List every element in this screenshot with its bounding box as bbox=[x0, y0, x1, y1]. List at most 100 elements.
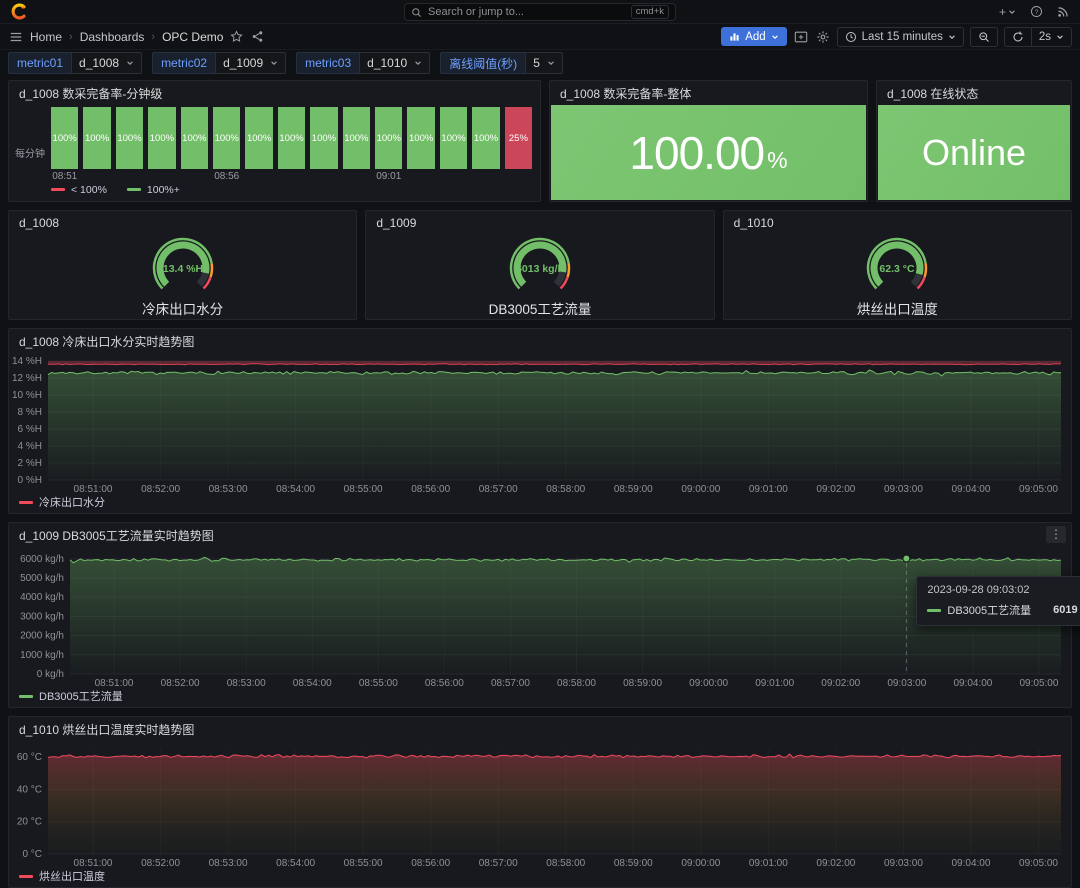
panel-title[interactable]: d_1009 bbox=[366, 211, 713, 235]
axis-tick-label: 08:59:00 bbox=[614, 858, 653, 869]
axis-tick-label: 08:54:00 bbox=[276, 484, 315, 495]
breadcrumb-dashboards[interactable]: Dashboards bbox=[80, 30, 145, 44]
time-series-chart[interactable]: 0 %H 2 %H 4 %H 6 %H 8 %H 10 %H 12 %H 14 %H 08:51… bbox=[9, 353, 1071, 495]
stat-value: Online bbox=[921, 131, 1027, 173]
zoom-out-button[interactable] bbox=[969, 26, 998, 47]
panel-view-button[interactable] bbox=[793, 29, 809, 45]
panel-title[interactable]: d_1008 bbox=[9, 211, 356, 235]
panel-title[interactable]: d_1010 bbox=[724, 211, 1071, 235]
bar-column[interactable]: 100% bbox=[115, 107, 144, 182]
breadcrumb-current[interactable]: OPC Demo bbox=[162, 30, 223, 44]
bar-column[interactable]: 100% bbox=[310, 107, 338, 182]
gauge-field-label: 冷床出口水分 bbox=[142, 302, 224, 317]
axis-tick-label: 09:05:00 bbox=[1020, 678, 1059, 689]
bar-column[interactable]: 100% 08:56 bbox=[213, 107, 241, 182]
bar-column[interactable]: 100% bbox=[439, 107, 468, 182]
panel-title[interactable]: d_1010 烘丝出口温度实时趋势图 bbox=[9, 717, 1071, 741]
bar-column[interactable]: 100% bbox=[472, 107, 500, 182]
variable-value-dropdown[interactable]: d_1008 bbox=[72, 52, 143, 74]
share-button[interactable] bbox=[250, 29, 265, 44]
axis-tick-label: 1000 kg/h bbox=[20, 650, 64, 661]
gauge-chart: 13.4 %H bbox=[152, 237, 213, 289]
bar-column[interactable]: 25% bbox=[504, 107, 533, 182]
variable-metric02: metric02 d_1009 bbox=[152, 52, 287, 74]
panel-online-status: d_1008 在线状态 Online bbox=[876, 80, 1072, 202]
dashboard-settings-button[interactable] bbox=[815, 29, 831, 45]
bar: 100% bbox=[115, 107, 144, 169]
axis-tick-label: 0 %H bbox=[18, 475, 42, 486]
time-range-picker[interactable]: Last 15 minutes bbox=[836, 26, 964, 47]
panel-title[interactable]: d_1009 DB3005工艺流量实时趋势图 ⋮ bbox=[9, 523, 1071, 547]
bar-column[interactable]: 100% 09:01 bbox=[375, 107, 403, 182]
variable-value-dropdown[interactable]: d_1010 bbox=[360, 52, 431, 74]
axis-tick-label: 09:04:00 bbox=[951, 484, 990, 495]
x-tick-label bbox=[505, 169, 532, 182]
panel-title[interactable]: d_1008 数采完备率-分钟级 bbox=[9, 81, 540, 105]
time-series-chart[interactable]: 0 °C 20 °C 40 °C 60 °C 08:51:00 08:52:00 08:53… bbox=[9, 741, 1071, 869]
variable-value-dropdown[interactable]: d_1009 bbox=[216, 52, 287, 74]
variable-label: metric01 bbox=[8, 52, 73, 74]
x-tick-label bbox=[148, 169, 175, 182]
axis-tick-label: 09:00:00 bbox=[689, 678, 728, 689]
bar: 100% bbox=[375, 107, 403, 169]
bar: 100% bbox=[439, 107, 468, 169]
legend-label[interactable]: DB3005工艺流量 bbox=[39, 688, 123, 704]
axis-tick-label: 08:57:00 bbox=[479, 858, 518, 869]
panel-title[interactable]: d_1008 在线状态 bbox=[877, 81, 1071, 105]
axis-tick-label: 14 %H bbox=[12, 356, 42, 367]
axis-tick-label: 08:55:00 bbox=[344, 484, 383, 495]
bar-column[interactable]: 100% bbox=[245, 107, 273, 182]
legend-label[interactable]: 100%+ bbox=[147, 184, 180, 196]
gauge-chart-container: 6013 kg/h bbox=[366, 235, 713, 298]
panel-gauge-moisture: d_1008 13.4 %H 冷床出口水分 bbox=[8, 210, 358, 320]
bar-column[interactable]: 100% bbox=[180, 107, 209, 182]
bar-chart[interactable]: 每分钟 100% 08:51 100% 100% 100% 100% 100% 08:56 10… bbox=[9, 105, 540, 201]
bar-column[interactable]: 100% bbox=[342, 107, 371, 182]
legend-label[interactable]: < 100% bbox=[71, 184, 107, 196]
panel-icon bbox=[794, 31, 807, 42]
bar-column[interactable]: 100% bbox=[277, 107, 306, 182]
grafana-logo[interactable] bbox=[10, 3, 27, 20]
help-button[interactable]: ? bbox=[1029, 4, 1044, 19]
bar: 100% bbox=[180, 107, 209, 169]
legend-label[interactable]: 烘丝出口温度 bbox=[39, 868, 105, 884]
axis-tick-label: 08:54:00 bbox=[293, 678, 332, 689]
star-icon bbox=[230, 30, 244, 42]
axis-tick-label: 09:00:00 bbox=[681, 858, 720, 869]
time-series-chart[interactable]: 0 kg/h 1000 kg/h 2000 kg/h 3000 kg/h 4000 kg… bbox=[9, 547, 1071, 689]
gauge-chart-container: 13.4 %H bbox=[9, 235, 356, 298]
breadcrumb-home[interactable]: Home bbox=[30, 30, 62, 44]
tooltip-series-name: DB3005工艺流量 bbox=[947, 605, 1032, 618]
chart-tooltip: 2023-09-28 09:03:02 DB3005工艺流量 6019 kg/h bbox=[916, 576, 1080, 627]
panel-title-text: d_1008 冷床出口水分实时趋势图 bbox=[19, 334, 195, 349]
legend-label[interactable]: 冷床出口水分 bbox=[39, 494, 105, 510]
x-tick-label bbox=[472, 169, 499, 182]
variable-value-dropdown[interactable]: 5 bbox=[526, 52, 563, 74]
panel-title[interactable]: d_1008 数采完备率-整体 bbox=[550, 81, 867, 105]
new-menu-button[interactable]: + bbox=[998, 4, 1017, 20]
refresh-interval-dropdown[interactable]: 2s bbox=[1030, 26, 1072, 47]
bar-column[interactable]: 100% bbox=[407, 107, 435, 182]
variable-value: d_1009 bbox=[223, 56, 264, 70]
variable-label: metric03 bbox=[296, 52, 361, 74]
add-panel-button[interactable]: Add bbox=[721, 27, 787, 46]
panel-ts-temperature: d_1010 烘丝出口温度实时趋势图 0 °C 20 °C 40 °C 60 °C 08… bbox=[8, 716, 1072, 888]
gauge-value-text: 6013 kg/h bbox=[516, 263, 564, 275]
bar: 100% bbox=[472, 107, 500, 169]
bar-column[interactable]: 100% 08:51 bbox=[51, 107, 79, 182]
bar-column[interactable]: 100% bbox=[83, 107, 111, 182]
mega-menu-toggle-button[interactable] bbox=[8, 29, 24, 45]
gear-icon bbox=[817, 30, 829, 43]
panel-gauge-temperature: d_1010 62.3 °C 烘丝出口温度 bbox=[722, 210, 1072, 320]
news-button[interactable] bbox=[1056, 5, 1070, 19]
bar-column[interactable]: 100% bbox=[148, 107, 176, 182]
panel-menu-button[interactable]: ⋮ bbox=[1046, 526, 1066, 543]
refresh-button[interactable] bbox=[1003, 26, 1031, 47]
axis-tick-label: 08:56:00 bbox=[411, 484, 450, 495]
x-tick-label bbox=[245, 169, 272, 182]
x-tick-label bbox=[181, 169, 208, 182]
axis-tick-label: 10 %H bbox=[12, 390, 42, 401]
panel-title[interactable]: d_1008 冷床出口水分实时趋势图 bbox=[9, 329, 1071, 353]
search-input[interactable]: Search or jump to... cmd+k bbox=[404, 3, 676, 21]
favorite-star-button[interactable] bbox=[229, 29, 244, 44]
